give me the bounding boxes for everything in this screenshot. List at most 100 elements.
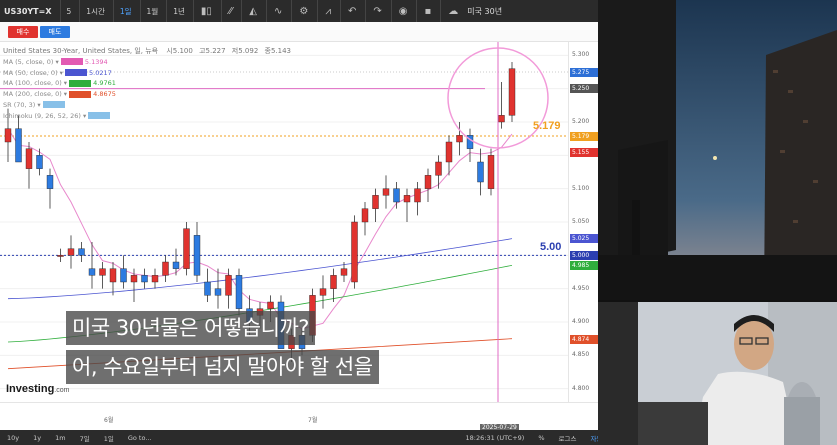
chart-title-row: United States 30-Year, United States, 일,…: [3, 46, 291, 57]
chart-toolbar: US30YT=X 5 1시간 1일 1월 1년 ▮▯ ⁄⁄ ◭ ∿ ⚙ ⩘ ↶ …: [0, 0, 598, 22]
candle-body: [151, 275, 159, 283]
candle-body: [88, 268, 96, 276]
indicator-color-swatch[interactable]: [64, 69, 87, 77]
candle-body: [120, 268, 127, 283]
line-chart-icon[interactable]: ⁄⁄: [220, 0, 239, 22]
buy-button[interactable]: 매도: [40, 26, 70, 38]
orange-level-callout: 5.179: [533, 120, 561, 132]
candle-body: [372, 195, 379, 209]
indicator-row[interactable]: MA (100, close, 0) ▾ 4.9761: [3, 78, 291, 89]
candle-body: [424, 175, 432, 189]
candle-body: [57, 255, 64, 257]
bottom-bar: 10y 1y 1m 7일 1일 Go to... 18:26:31 (UTC+9)% 로그스 자…: [0, 430, 598, 445]
candle-body: [403, 195, 411, 203]
price-tag: 5.250: [570, 84, 598, 94]
price-axis[interactable]: 5.3005.2505.2005.1505.1005.0505.0004.950…: [568, 42, 598, 402]
candle-body: [193, 235, 201, 276]
indicator-row[interactable]: SR (70, 3) ▾: [3, 100, 291, 111]
interval-1h[interactable]: 1시간: [79, 0, 111, 22]
interval-1d[interactable]: 1일: [112, 0, 138, 22]
candle-body: [130, 275, 138, 283]
undo-icon[interactable]: ↶: [339, 0, 363, 22]
interval-1mo[interactable]: 1월: [139, 0, 165, 22]
bottom-bar-item[interactable]: 로그스: [552, 433, 584, 443]
indicator-label: MA (5, close, 0) ▾: [3, 57, 59, 66]
bottom-bar-item[interactable]: 18:26:31 (UTC+9): [459, 434, 532, 442]
interval-1y[interactable]: 1년: [166, 0, 191, 22]
bottom-bar-item[interactable]: Go to...: [121, 434, 159, 442]
redo-icon[interactable]: ↷: [365, 0, 388, 22]
indicator-color-swatch[interactable]: [69, 90, 92, 98]
indicator-label: MA (50, close, 0) ▾: [3, 68, 63, 77]
logo-name: Investing: [6, 383, 55, 395]
ohlc-close: 종5.143: [264, 47, 291, 55]
candle-type-icon[interactable]: ▮▯: [192, 0, 219, 22]
indicator-color-swatch[interactable]: [69, 79, 92, 87]
indicator-color-swatch[interactable]: [42, 101, 65, 109]
candle-body: [172, 261, 180, 269]
camera-icon[interactable]: ◉: [390, 0, 415, 22]
candle-body: [4, 128, 12, 143]
symbol-label[interactable]: US30YT=X: [4, 7, 58, 16]
price-tag: 5.000: [570, 250, 598, 260]
candle-body: [340, 268, 348, 276]
candle-body: [435, 161, 442, 176]
bottom-bar-item[interactable]: 1y: [26, 434, 48, 442]
indicator-row[interactable]: Ichimoku (9, 26, 52, 26) ▾: [3, 111, 291, 122]
candle-body: [214, 288, 222, 296]
subtitle-line-2: 어, 수요일부터 넘지 말아야 할 선을: [66, 350, 379, 384]
indicator-value: 4.9761: [91, 79, 116, 88]
indicator-label: SR (70, 3) ▾: [3, 100, 41, 109]
candle-body: [414, 188, 421, 203]
candle-body: [78, 248, 85, 256]
interval-5[interactable]: 5: [59, 0, 78, 22]
month-label-june: 6월: [104, 417, 114, 424]
indicator-row[interactable]: MA (50, close, 0) ▾ 5.0217: [3, 68, 291, 79]
candle-body: [267, 301, 274, 309]
price-tag: 5.025: [570, 234, 598, 244]
price-tag: 5.179: [570, 131, 598, 141]
candle-body: [498, 115, 505, 123]
area-chart-icon[interactable]: ◭: [241, 0, 264, 22]
chart-title: United States 30-Year, United States, 일,…: [3, 47, 159, 55]
presenter-webcam: [598, 300, 837, 445]
indicator-row[interactable]: MA (200, close, 0) ▾ 4.8675: [3, 89, 291, 100]
cloud-icon[interactable]: ☁: [440, 0, 465, 22]
price-tick-label: 4.850: [572, 351, 590, 359]
candle-body: [36, 155, 43, 169]
indicator-row[interactable]: MA (5, close, 0) ▾ 5.1394: [3, 57, 291, 68]
candle-body: [99, 268, 106, 276]
indicator-label: Ichimoku (9, 26, 52, 26) ▾: [3, 111, 87, 120]
price-tick-label: 5.050: [572, 218, 590, 225]
candle-body: [162, 261, 169, 276]
right-symbol-label[interactable]: 미국 30년: [467, 6, 502, 17]
candle-body: [351, 221, 358, 283]
indicator-value: 4.8675: [91, 90, 116, 99]
indicator-icon[interactable]: ∿: [265, 0, 289, 22]
investing-logo: Investing.com: [6, 383, 69, 395]
indicator-color-swatch[interactable]: [88, 112, 111, 120]
candle-body: [445, 141, 453, 163]
candle-body: [330, 275, 337, 289]
settings-gear-icon[interactable]: ⚙: [291, 0, 315, 22]
sell-button[interactable]: 매수: [8, 26, 38, 38]
price-tick-label: 5.100: [572, 184, 590, 192]
bottom-bar-item[interactable]: 자동: [583, 433, 598, 443]
indicator-value: 5.1394: [82, 57, 108, 66]
candle-body: [109, 268, 117, 283]
study-icon[interactable]: ⩘: [317, 0, 338, 22]
time-axis[interactable]: 6월 7월 2025-07-29: [0, 402, 598, 431]
bottom-bar-item[interactable]: 10y: [0, 434, 26, 442]
candle-body: [15, 128, 22, 163]
bottom-bar-item[interactable]: 1일: [97, 433, 121, 443]
bottom-bar-item[interactable]: 1m: [48, 434, 72, 442]
bottom-bar-item[interactable]: 7일: [73, 433, 97, 443]
candle-body: [67, 248, 75, 256]
color-box-icon[interactable]: ▪: [416, 0, 438, 22]
candle-body: [225, 275, 232, 296]
candle-body: [508, 68, 516, 116]
price-tick-label: 5.200: [572, 118, 590, 125]
indicator-color-swatch[interactable]: [60, 58, 83, 66]
candle-body: [141, 275, 148, 283]
bottom-bar-item[interactable]: %: [531, 434, 551, 442]
